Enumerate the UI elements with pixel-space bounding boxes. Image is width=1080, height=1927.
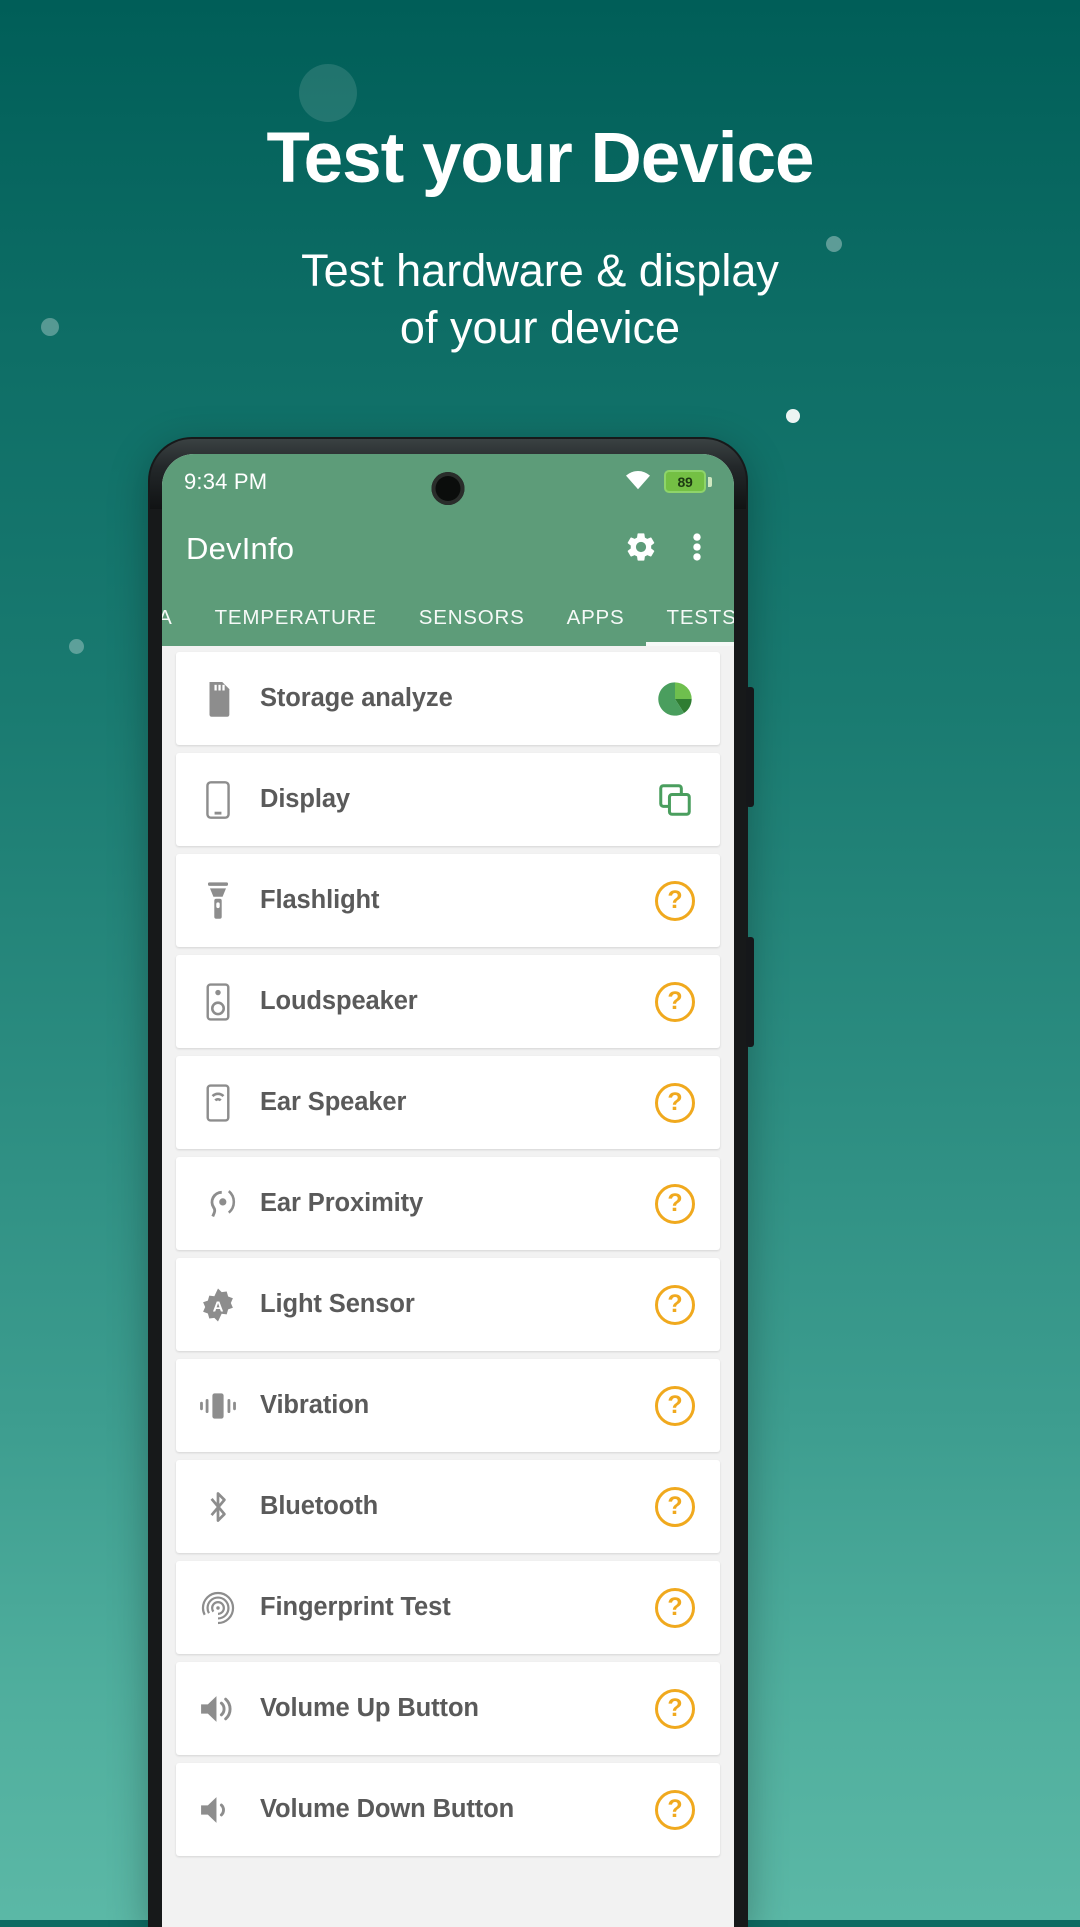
question-mark-glyph: ?	[655, 1587, 695, 1628]
question-mark-icon[interactable]: ?	[652, 878, 698, 924]
app-bar-actions	[624, 530, 710, 569]
question-mark-glyph: ?	[655, 880, 695, 921]
question-mark-glyph: ?	[655, 981, 695, 1022]
list-item[interactable]: Ear Proximity ?	[176, 1157, 720, 1250]
tab-apps[interactable]: APPS	[546, 589, 646, 646]
tab-bar: ERA TEMPERATURE SENSORS APPS TESTS	[162, 589, 734, 646]
list-item[interactable]: Volume Up Button ?	[176, 1662, 720, 1755]
vibration-icon	[196, 1389, 240, 1423]
question-mark-glyph: ?	[655, 1385, 695, 1426]
list-item-label: Bluetooth	[260, 1492, 379, 1520]
question-mark-icon[interactable]: ?	[652, 1787, 698, 1833]
front-camera-punch-hole-icon	[431, 472, 465, 505]
ear-speaker-icon	[196, 1083, 240, 1123]
question-mark-icon[interactable]: ?	[652, 1686, 698, 1732]
tab-tests[interactable]: TESTS	[645, 589, 734, 646]
list-item[interactable]: Fingerprint Test ?	[176, 1561, 720, 1654]
list-item[interactable]: Flashlight ?	[176, 854, 720, 947]
phone-volume-button	[746, 937, 754, 1047]
list-item[interactable]: Loudspeaker ?	[176, 955, 720, 1048]
page-title: Test your Device	[266, 119, 815, 198]
list-item-label: Volume Down Button	[260, 1795, 515, 1823]
pie-chart-icon[interactable]	[652, 676, 698, 722]
list-item-label: Storage analyze	[260, 684, 453, 712]
question-mark-icon[interactable]: ?	[652, 1181, 698, 1227]
app-bar: DevInfo	[162, 509, 734, 589]
volume-down-icon	[196, 1793, 240, 1827]
list-item-label: Vibration	[260, 1391, 370, 1419]
speaker-icon	[196, 982, 240, 1022]
question-mark-icon[interactable]: ?	[652, 1484, 698, 1530]
bluetooth-icon	[196, 1487, 240, 1527]
list-item[interactable]: Volume Down Button ?	[176, 1763, 720, 1856]
question-mark-icon[interactable]: ?	[652, 1282, 698, 1328]
list-item[interactable]: Vibration ?	[176, 1359, 720, 1452]
question-mark-icon[interactable]: ?	[652, 979, 698, 1025]
battery-cap	[708, 476, 712, 487]
decorative-dot	[786, 409, 800, 423]
question-mark-glyph: ?	[655, 1284, 695, 1325]
sd-card-icon	[196, 680, 240, 718]
page-subtitle-line-2: of your device	[399, 302, 681, 354]
decorative-dot	[69, 639, 84, 654]
question-mark-icon[interactable]: ?	[652, 1585, 698, 1631]
battery-icon: 89	[664, 470, 712, 493]
volume-up-icon	[196, 1692, 240, 1726]
list-item-label: Ear Speaker	[260, 1088, 407, 1116]
list-item-label: Light Sensor	[260, 1290, 415, 1318]
question-mark-icon[interactable]: ?	[652, 1080, 698, 1126]
list-item-label: Flashlight	[260, 886, 380, 914]
hero-text-block: Test your Device Test hardware & display…	[0, 0, 1080, 357]
status-bar: 9:34 PM 89	[162, 454, 734, 509]
phone-power-button	[746, 687, 754, 807]
tab-sensors[interactable]: SENSORS	[398, 589, 546, 646]
page-subtitle-line-1: Test hardware & display	[301, 245, 779, 297]
flashlight-icon	[196, 881, 240, 921]
duplicate-icon[interactable]	[652, 777, 698, 823]
smartphone-icon	[196, 780, 240, 820]
tab-temperature[interactable]: TEMPERATURE	[194, 589, 398, 646]
page-subtitle: Test hardware & display of your device	[0, 243, 1080, 356]
list-item-label: Volume Up Button	[260, 1694, 479, 1722]
list-item-label: Ear Proximity	[260, 1189, 424, 1217]
question-mark-glyph: ?	[655, 1688, 695, 1729]
app-title: DevInfo	[186, 531, 295, 566]
list-item[interactable]: Ear Speaker ?	[176, 1056, 720, 1149]
question-mark-glyph: ?	[655, 1082, 695, 1123]
list-item[interactable]: Storage analyze	[176, 652, 720, 745]
phone-mockup: 9:34 PM 89 DevInfo A TEMPERATURE SENSORS…	[148, 437, 754, 1927]
question-mark-glyph: ?	[655, 1789, 695, 1830]
fingerprint-icon	[196, 1589, 240, 1627]
more-vertical-icon[interactable]	[684, 530, 710, 569]
question-mark-glyph: ?	[655, 1183, 695, 1224]
list-item-label: Fingerprint Test	[260, 1593, 451, 1621]
phone-screen: 9:34 PM 89 DevInfo A TEMPERATURE SENSORS…	[162, 454, 734, 1927]
battery-level-label: 89	[664, 470, 706, 493]
wifi-icon	[623, 467, 653, 497]
brightness-icon: A	[196, 1286, 240, 1324]
question-mark-icon[interactable]: ?	[652, 1383, 698, 1429]
question-mark-glyph: ?	[655, 1486, 695, 1527]
list-item-label: Loudspeaker	[260, 987, 418, 1015]
list-item-label: Display	[260, 785, 351, 813]
svg-text:A: A	[213, 1298, 224, 1315]
status-bar-clock: 9:34 PM	[184, 468, 268, 494]
status-bar-icons: 89	[623, 467, 712, 497]
list-item[interactable]: Bluetooth ?	[176, 1460, 720, 1553]
list-item[interactable]: Display	[176, 753, 720, 846]
list-item[interactable]: A Light Sensor ?	[176, 1258, 720, 1351]
proximity-icon	[196, 1186, 240, 1222]
tab-camera[interactable]: ERA	[162, 589, 194, 646]
gear-icon[interactable]	[624, 530, 658, 569]
tests-list[interactable]: Storage analyze Display Flashlight ? Lou…	[162, 646, 734, 1927]
